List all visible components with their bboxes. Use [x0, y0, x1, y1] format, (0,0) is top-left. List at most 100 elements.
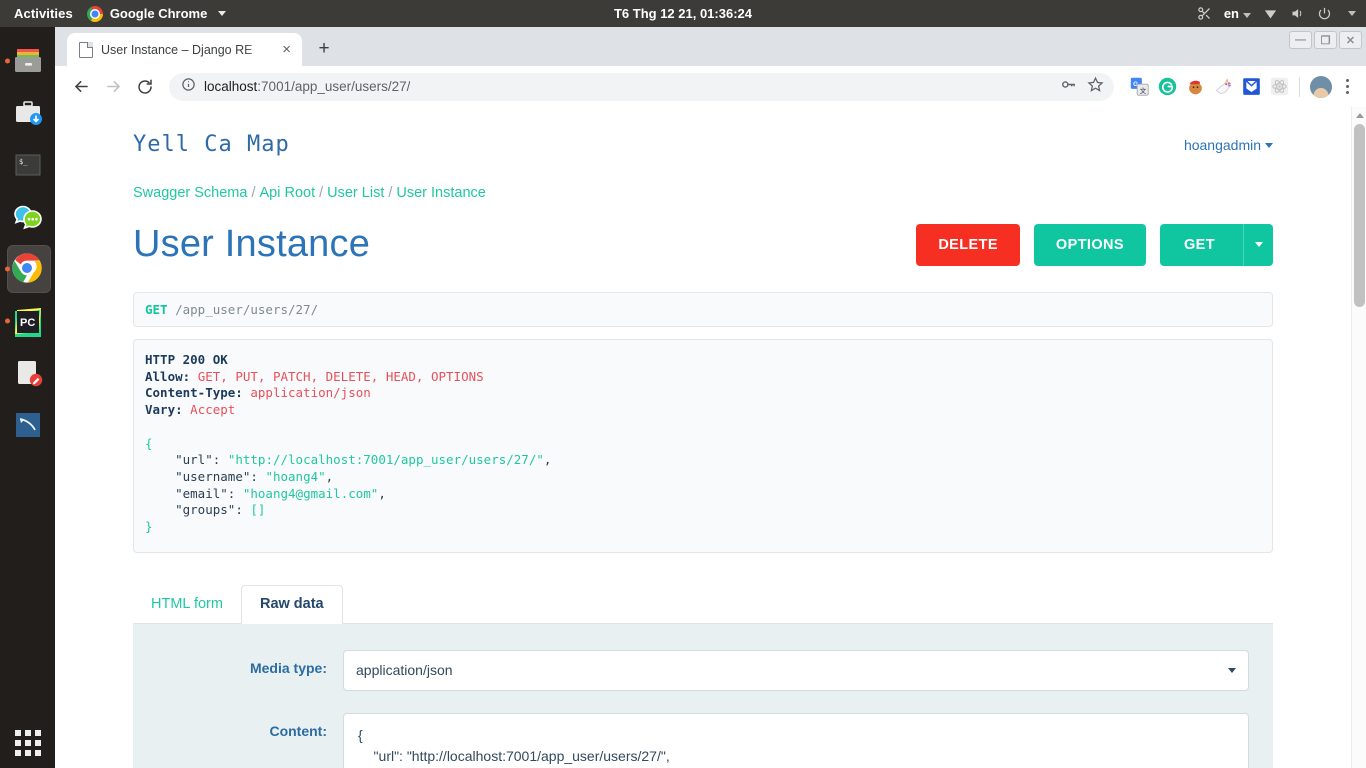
chevron-down-icon: [218, 11, 227, 16]
react-devtools-icon[interactable]: [1270, 77, 1289, 96]
running-indicator: [4, 318, 10, 324]
browser-toolbar: localhost:7001/app_user/users/27/ G文: [55, 66, 1366, 107]
json-key: "username": [175, 468, 251, 484]
user-menu[interactable]: hoangadmin: [1184, 137, 1273, 153]
show-applications-button[interactable]: [0, 730, 55, 756]
site-info-icon[interactable]: [181, 77, 196, 97]
form-tabs: HTML form Raw data: [133, 583, 1273, 624]
dock-item-files[interactable]: [4, 35, 52, 87]
dock-item-google-chrome[interactable]: [4, 243, 52, 295]
breadcrumb-item-user-instance[interactable]: User Instance: [396, 185, 485, 201]
tab-html-form[interactable]: HTML form: [133, 586, 241, 623]
breadcrumb-item-api-root[interactable]: Api Root: [259, 185, 315, 201]
response-header-value: GET, PUT, PATCH, DELETE, HEAD, OPTIONS: [197, 368, 484, 384]
dock-item-sqlite-browser[interactable]: [4, 399, 52, 451]
delete-button[interactable]: DELETE: [916, 223, 1020, 266]
url-path: :7001/app_user/users/27/: [257, 79, 411, 94]
omnibox-actions: [1060, 76, 1108, 98]
new-tab-button[interactable]: +: [310, 35, 338, 63]
app-menu-label: Google Chrome: [109, 6, 208, 21]
profile-avatar[interactable]: [1310, 75, 1332, 98]
breadcrumb-item-user-list[interactable]: User List: [327, 185, 384, 201]
files-icon: [11, 44, 45, 78]
ubuntu-dock: $_ PC: [0, 27, 55, 768]
keyboard-layout-indicator[interactable]: en: [1224, 6, 1251, 21]
media-type-label: Media type:: [249, 659, 327, 676]
network-icon[interactable]: [1263, 6, 1278, 21]
back-icon[interactable]: [67, 73, 95, 101]
json-comma: ,: [543, 452, 552, 468]
django-rest-framework-page: Yell Ca Map hoangadmin Swagger Schema / Ap…: [55, 107, 1351, 768]
apps-grid-icon: [14, 730, 41, 756]
json-colon: :: [212, 452, 228, 468]
dock-item-ubuntu-software[interactable]: [4, 87, 52, 139]
page-scrollbar[interactable]: [1351, 107, 1366, 768]
maximize-button[interactable]: ❐: [1314, 31, 1337, 49]
get-button[interactable]: GET: [1159, 223, 1243, 266]
action-buttons: DELETE OPTIONS GET: [916, 223, 1273, 266]
power-icon[interactable]: [1317, 6, 1332, 21]
close-window-button[interactable]: ✕: [1339, 31, 1362, 49]
scroll-up-arrow-icon[interactable]: [1352, 107, 1366, 124]
request-path: /app_user/users/27/: [175, 302, 319, 317]
json-key: "email": [175, 485, 228, 501]
json-value: "hoang4@gmail.com": [242, 485, 379, 501]
system-tray: en: [1197, 6, 1356, 21]
options-button[interactable]: OPTIONS: [1033, 223, 1146, 266]
response-header-value: application/json: [250, 385, 371, 401]
breadcrumb-item-swagger-schema[interactable]: Swagger Schema: [133, 185, 247, 201]
browser-tab-active[interactable]: User Instance – Django RE ×: [67, 33, 302, 66]
chrome-menu-icon[interactable]: [1336, 79, 1358, 94]
scissors-icon[interactable]: [1197, 6, 1212, 21]
unicorn-icon[interactable]: [1214, 77, 1233, 96]
mailbox-icon[interactable]: [1242, 77, 1261, 96]
dock-item-terminal[interactable]: $_: [4, 139, 52, 191]
response-box: HTTP 200 OK Allow: GET, PUT, PATCH, DELE…: [133, 339, 1273, 553]
dock-item-pycharm[interactable]: PC: [4, 295, 52, 347]
chevron-down-icon[interactable]: [1348, 11, 1356, 16]
page-title: User Instance: [133, 223, 371, 265]
svg-text:$_: $_: [19, 158, 28, 166]
dock-item-messenger[interactable]: [4, 191, 52, 243]
google-translate-icon[interactable]: G文: [1130, 77, 1149, 96]
running-indicator: [4, 58, 10, 64]
scrollbar-thumb[interactable]: [1354, 124, 1365, 307]
breadcrumb-separator: /: [388, 185, 393, 201]
santa-emoji-icon[interactable]: [1186, 77, 1205, 96]
minimize-button[interactable]: —: [1289, 31, 1312, 49]
content-control: { "url": "http://localhost:7001/app_user…: [343, 712, 1249, 768]
database-browser-icon: [11, 408, 45, 442]
site-brand[interactable]: Yell Ca Map: [133, 132, 290, 157]
chevron-down-icon: [1265, 143, 1273, 149]
json-comma: ,: [325, 468, 334, 484]
content-textarea[interactable]: { "url": "http://localhost:7001/app_user…: [343, 712, 1249, 768]
reload-icon[interactable]: [131, 73, 159, 101]
text-editor-icon: [11, 356, 45, 390]
json-colon: :: [250, 468, 266, 484]
window-controls: — ❐ ✕: [1289, 31, 1362, 49]
bookmark-star-icon[interactable]: [1087, 76, 1104, 98]
password-key-icon[interactable]: [1060, 76, 1077, 98]
app-menu-google-chrome[interactable]: Google Chrome: [86, 5, 227, 22]
response-header-key: Allow:: [145, 368, 191, 384]
media-type-selected-value: application/json: [356, 662, 453, 679]
grammarly-icon[interactable]: [1158, 77, 1177, 96]
activities-button[interactable]: Activities: [0, 6, 87, 21]
breadcrumb-separator: /: [319, 185, 324, 201]
address-bar[interactable]: localhost:7001/app_user/users/27/: [169, 72, 1114, 101]
tab-raw-data[interactable]: Raw data: [240, 584, 343, 624]
volume-icon[interactable]: [1290, 6, 1305, 21]
dock-item-text-editor[interactable]: [4, 347, 52, 399]
chevron-down-icon: [1243, 13, 1251, 18]
get-dropdown-toggle[interactable]: [1243, 223, 1273, 266]
request-method: GET: [145, 302, 168, 317]
forward-icon[interactable]: [99, 73, 127, 101]
json-key: "groups": [175, 502, 236, 518]
url-host: localhost: [204, 79, 258, 94]
svg-text:PC: PC: [20, 317, 35, 329]
media-type-row: Media type: application/json: [133, 649, 1273, 691]
json-brace-open: {: [145, 435, 153, 451]
media-type-select[interactable]: application/json: [343, 649, 1249, 691]
breadcrumb: Swagger Schema / Api Root / User List / User I…: [133, 157, 1273, 201]
close-tab-icon[interactable]: ×: [279, 40, 294, 59]
